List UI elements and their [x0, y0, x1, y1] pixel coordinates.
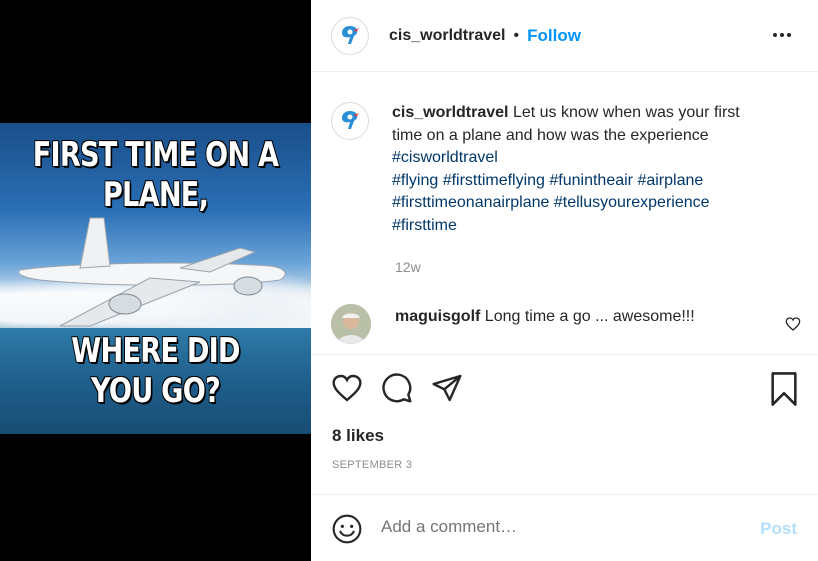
image-text-line: FIRST TIME ON A: [32, 135, 279, 175]
header-username[interactable]: cis_worldtravel: [389, 27, 506, 45]
comment-input[interactable]: [381, 517, 721, 537]
add-comment-bar: Post: [311, 494, 818, 561]
bookmark-icon[interactable]: [769, 372, 799, 406]
comments-section: cis_worldtravel Let us know when was you…: [311, 73, 818, 355]
header-separator: •: [513, 26, 520, 44]
comment-bubble-icon[interactable]: [381, 372, 413, 404]
comment-item: maguisgolf Long time a go ... awesome!!!: [331, 304, 801, 344]
brand-logo-icon: [342, 25, 359, 44]
image-text-line: YOU GO?: [90, 371, 221, 411]
comment-username[interactable]: maguisgolf: [395, 308, 480, 325]
comment-like-heart-icon[interactable]: [785, 316, 801, 332]
caption-username[interactable]: cis_worldtravel: [392, 104, 509, 121]
airplane-graphic: [18, 217, 286, 327]
heart-icon[interactable]: [331, 372, 363, 404]
comment-text: maguisgolf Long time a go ... awesome!!!: [395, 308, 695, 344]
likes-count[interactable]: 8 likes: [332, 426, 384, 446]
comment-body: Long time a go ... awesome!!!: [484, 308, 695, 325]
caption-text: cis_worldtravel Let us know when was you…: [392, 102, 772, 237]
image-headline-bottom: WHERE DID YOU GO?: [31, 331, 280, 411]
avatar[interactable]: [331, 16, 369, 55]
post-image[interactable]: FIRST TIME ON A PLANE, WHERE DID YOU GO?: [0, 123, 311, 434]
more-horizontal-icon[interactable]: [772, 25, 792, 45]
image-text-line: WHERE DID: [71, 331, 240, 371]
avatar[interactable]: [331, 304, 371, 344]
post-actions: [311, 372, 818, 408]
post-media: FIRST TIME ON A PLANE, WHERE DID YOU GO?: [0, 0, 311, 561]
emoji-icon[interactable]: [331, 513, 363, 545]
post-detail-panel: cis_worldtravel • Follow cis_worldtravel…: [311, 0, 818, 561]
image-text-line: PLANE,: [102, 175, 209, 215]
brand-logo-icon: [342, 111, 359, 129]
user-photo-icon: [331, 304, 371, 344]
avatar[interactable]: [331, 102, 369, 140]
post-caption: cis_worldtravel Let us know when was you…: [331, 102, 772, 237]
paper-plane-icon[interactable]: [431, 372, 463, 404]
post-time[interactable]: 12w: [395, 259, 421, 275]
post-header: cis_worldtravel • Follow: [311, 0, 818, 72]
image-headline-top: FIRST TIME ON A PLANE,: [31, 135, 280, 215]
caption-hashtags[interactable]: #cisworldtravel #flying #firsttimeflying…: [392, 147, 772, 237]
post-button[interactable]: Post: [760, 519, 797, 539]
follow-button[interactable]: Follow: [527, 26, 581, 46]
post-date: SEPTEMBER 3: [332, 459, 413, 471]
